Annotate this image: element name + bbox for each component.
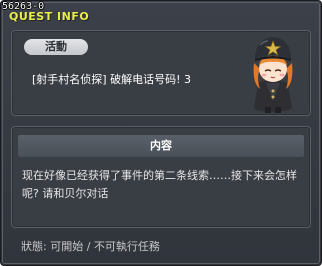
quest-description: 现在好像已经获得了事件的第二条线索……接下来会怎样呢? 请和贝尔对话 <box>22 169 297 200</box>
quest-name: [射手村名侦探] 破解电话号码! 3 <box>32 73 191 86</box>
quest-summary-panel: 活動 [射手村名侦探] 破解电话号码! 3 <box>11 30 311 116</box>
police-girl-npc-icon <box>253 37 293 113</box>
content-section-header: 内容 <box>18 135 304 157</box>
quest-info-window: 56263-0 QUEST INFO 活動 [射手村名侦探] 破解电话号码! 3 <box>0 0 322 266</box>
quest-status-text: 狀態: 可開始 / 不可執行任務 <box>21 240 160 253</box>
quest-category-badge: 活動 <box>24 39 88 55</box>
quest-content-panel: 内容 现在好像已经获得了事件的第二条线索……接下来会怎样呢? 请和贝尔对话 <box>11 126 311 228</box>
window-title: QUEST INFO <box>9 10 90 23</box>
